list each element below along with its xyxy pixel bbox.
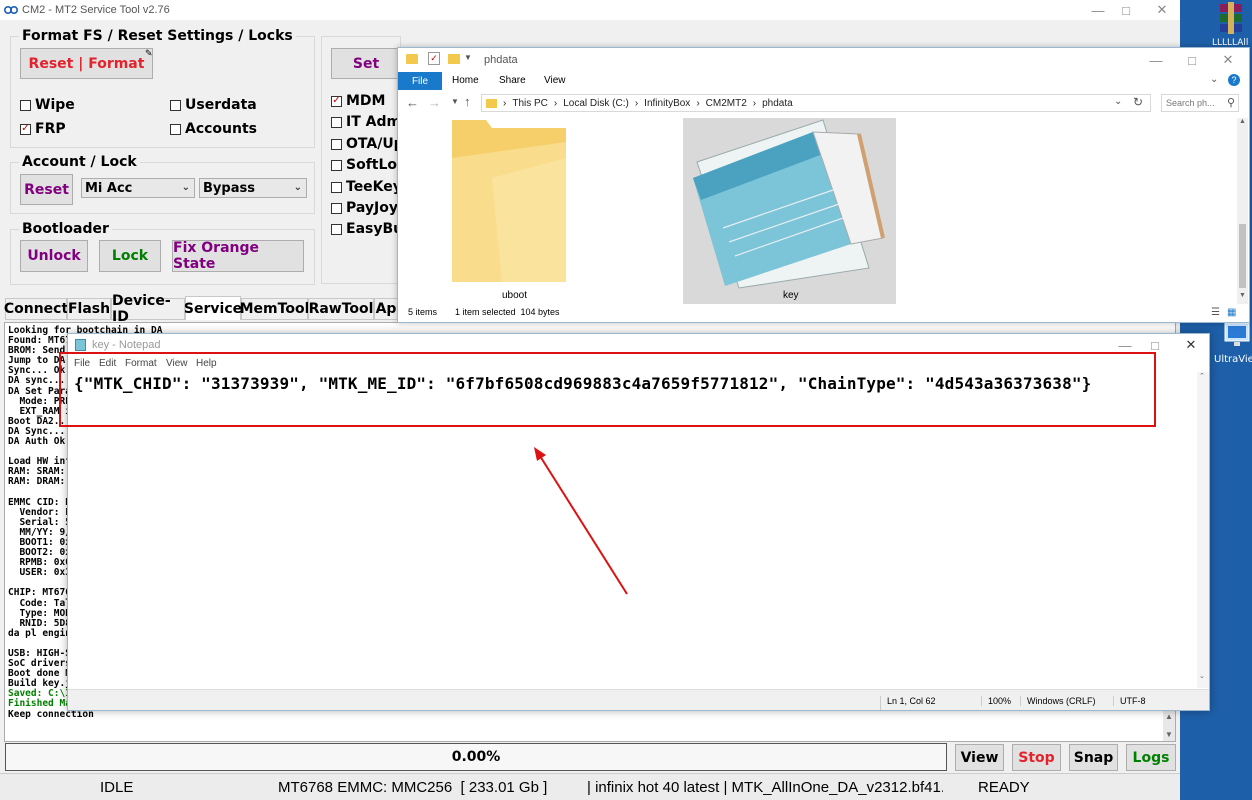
annotation-arrow: [534, 447, 628, 595]
